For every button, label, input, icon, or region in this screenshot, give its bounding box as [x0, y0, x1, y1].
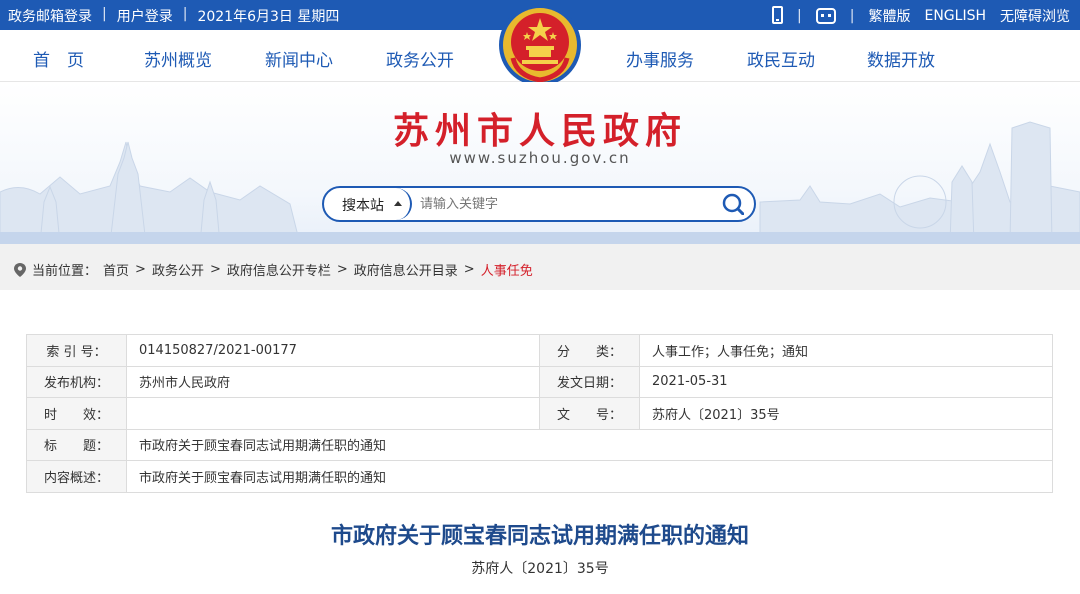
gov-mail-login-link[interactable]: 政务邮箱登录: [8, 6, 92, 26]
nav-item-news[interactable]: 新闻中心: [265, 46, 333, 71]
phone-icon[interactable]: [772, 6, 784, 24]
search-scope-label: 搜本站: [342, 198, 384, 214]
issue-date-value: 2021-05-31: [639, 365, 1053, 398]
validity-label: 时 效：: [26, 397, 127, 430]
breadcrumb-info-column[interactable]: 政府信息公开专栏: [227, 260, 331, 279]
breadcrumb-label: 当前位置：: [32, 264, 98, 279]
nav-item-open-data[interactable]: 数据开放: [867, 46, 935, 71]
index-number-label: 索 引 号：: [26, 334, 127, 367]
nav-item-home[interactable]: 首 页: [33, 46, 84, 71]
breadcrumb-bar: 当前位置： 首页 > 政务公开 > 政府信息公开专栏 > 政府信息公开目录 > …: [0, 244, 1080, 290]
breadcrumb-separator: >: [336, 262, 348, 277]
top-bar-right: | | 繁體版 ENGLISH 无障碍浏览: [772, 6, 1070, 26]
validity-value: [126, 397, 540, 430]
table-row: 发布机构： 苏州市人民政府 发文日期： 2021-05-31: [26, 365, 1053, 398]
summary-label: 内容概述：: [26, 460, 127, 493]
site-url: www.suzhou.gov.cn: [449, 149, 631, 167]
title-value: 市政府关于顾宝春同志试用期满任职的通知: [126, 428, 1053, 461]
separator: |: [797, 8, 802, 24]
search-icon[interactable]: [722, 193, 744, 215]
table-row: 内容概述： 市政府关于顾宝春同志试用期满任职的通知: [26, 460, 1053, 493]
table-row: 标 题： 市政府关于顾宝春同志试用期满任职的通知: [26, 428, 1053, 461]
nav-item-overview[interactable]: 苏州概览: [144, 46, 212, 71]
separator: |: [849, 8, 855, 24]
doc-number-value: 苏府人〔2021〕35号: [639, 397, 1053, 430]
site-banner: 苏州市人民政府 www.suzhou.gov.cn 搜本站: [0, 82, 1080, 244]
summary-value: 市政府关于顾宝春同志试用期满任职的通知: [126, 460, 1053, 493]
table-row: 时 效： 文 号： 苏府人〔2021〕35号: [26, 397, 1053, 430]
national-emblem-icon[interactable]: [497, 2, 583, 88]
publisher-value: 苏州市人民政府: [126, 365, 540, 398]
category-value: 人事工作；人事任免；通知: [639, 334, 1053, 367]
user-login-link[interactable]: 用户登录: [117, 6, 173, 26]
caret-up-icon: [394, 201, 402, 206]
nav-item-services[interactable]: 办事服务: [626, 46, 694, 71]
publisher-label: 发布机构：: [26, 365, 127, 398]
breadcrumb-home[interactable]: 首页: [103, 260, 129, 279]
breadcrumb-current[interactable]: 人事任免: [481, 260, 533, 279]
top-bar-left: 政务邮箱登录 | 用户登录 | 2021年6月3日 星期四: [8, 6, 339, 26]
table-row: 索 引 号： 014150827/2021-00177 分 类： 人事工作；人事…: [26, 334, 1053, 367]
breadcrumb-gov-affairs[interactable]: 政务公开: [152, 260, 204, 279]
breadcrumb-separator: >: [135, 262, 146, 277]
current-date: 2021年6月3日 星期四: [197, 9, 340, 25]
document-info-table: 索 引 号： 014150827/2021-00177 分 类： 人事工作；人事…: [26, 334, 1053, 493]
search-scope-dropdown[interactable]: 搜本站: [324, 188, 412, 220]
breadcrumb: 当前位置： 首页 > 政务公开 > 政府信息公开专栏 > 政府信息公开目录 > …: [14, 260, 533, 279]
breadcrumb-separator: >: [463, 262, 475, 277]
doc-number-label: 文 号：: [539, 397, 640, 430]
nav-item-interaction[interactable]: 政民互动: [747, 46, 815, 71]
separator: |: [102, 6, 107, 22]
search-input[interactable]: [420, 194, 710, 214]
category-label: 分 类：: [539, 334, 640, 367]
english-link[interactable]: ENGLISH: [924, 8, 986, 24]
breadcrumb-separator: >: [209, 262, 221, 277]
document-title: 市政府关于顾宝春同志试用期满任职的通知: [330, 524, 749, 549]
separator: |: [182, 6, 188, 22]
robot-icon[interactable]: [815, 7, 836, 24]
breadcrumb-info-catalog[interactable]: 政府信息公开目录: [354, 260, 458, 279]
traditional-chinese-link[interactable]: 繁體版: [868, 6, 910, 26]
search-box: 搜本站: [322, 186, 756, 222]
location-pin-icon: [14, 262, 26, 277]
title-label: 标 题：: [26, 428, 127, 461]
accessibility-link[interactable]: 无障碍浏览: [1000, 6, 1070, 26]
issue-date-label: 发文日期：: [539, 365, 640, 398]
index-number-value: 014150827/2021-00177: [126, 334, 540, 367]
document-number: 苏府人〔2021〕35号: [471, 561, 609, 577]
site-title: 苏州市人民政府: [392, 110, 687, 152]
nav-item-gov-affairs[interactable]: 政务公开: [386, 46, 454, 85]
